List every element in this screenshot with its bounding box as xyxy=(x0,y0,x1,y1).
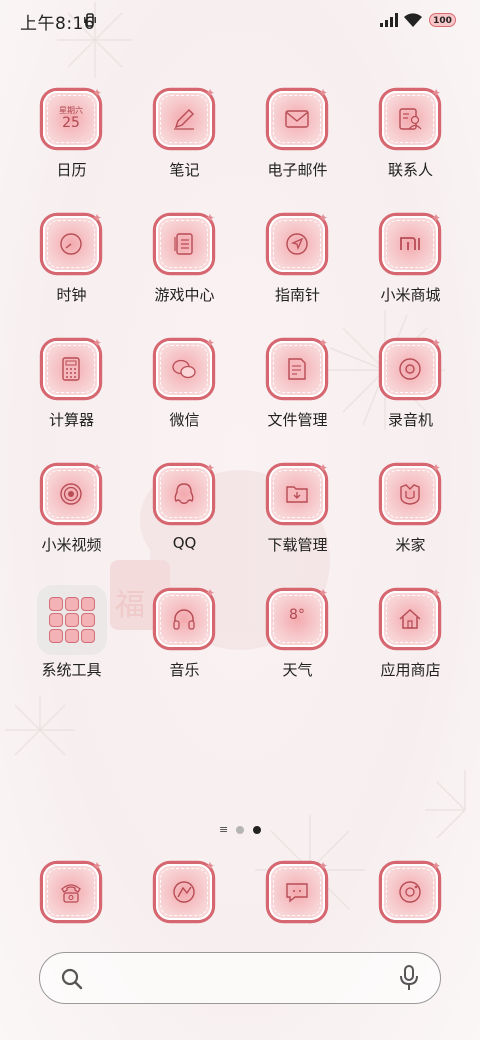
app-label: 天气 xyxy=(282,661,313,679)
app-label: 微信 xyxy=(169,411,200,429)
notes-pen-icon: ✦ xyxy=(156,86,215,147)
vibrate-icon xyxy=(84,13,96,27)
file-manager-icon: ✦ xyxy=(269,336,328,397)
app-label: 指南针 xyxy=(274,286,320,304)
recorder-icon: ✦ xyxy=(382,336,441,397)
qq-penguin-icon: ✦ xyxy=(156,461,215,522)
page-dot-active[interactable] xyxy=(253,826,261,834)
download-folder-icon: ✦ xyxy=(269,461,328,522)
app-label: 日历 xyxy=(56,161,87,179)
calculator-icon: ✦ xyxy=(43,336,102,397)
app-label: 米家 xyxy=(395,536,426,554)
app-label: 电子邮件 xyxy=(267,161,328,179)
svg-text:福: 福 xyxy=(115,588,145,623)
app-label: 文件管理 xyxy=(267,411,328,429)
browser-icon: ✦ xyxy=(156,859,215,920)
mail-icon: ✦ xyxy=(269,86,328,147)
page-indicator[interactable]: ≡ xyxy=(0,824,480,836)
search-icon[interactable] xyxy=(60,967,84,991)
folder-icon xyxy=(37,585,107,655)
headphones-icon: ✦ xyxy=(156,586,215,647)
app-label: 笔记 xyxy=(169,161,200,179)
messages-icon: ✦ xyxy=(269,859,328,920)
signal-icon xyxy=(380,13,398,27)
battery-icon: 100 xyxy=(429,13,456,27)
wifi-icon xyxy=(404,13,422,27)
app-label: 小米商城 xyxy=(380,286,441,304)
microphone-icon[interactable] xyxy=(399,965,419,991)
sparkle-icon: ✦ xyxy=(91,86,102,100)
wechat-icon: ✦ xyxy=(156,336,215,397)
app-label: QQ xyxy=(172,534,197,552)
app-label: 游戏中心 xyxy=(154,286,215,304)
clock-icon: ✦ xyxy=(43,211,102,272)
app-label: 小米视频 xyxy=(41,536,102,554)
app-label: 应用商店 xyxy=(380,661,441,679)
page-dot[interactable] xyxy=(236,826,244,834)
mi-store-icon: ✦ xyxy=(382,211,441,272)
app-label: 联系人 xyxy=(387,161,433,179)
app-label: 系统工具 xyxy=(41,661,102,679)
search-bar[interactable] xyxy=(39,952,441,1004)
page-list-icon[interactable]: ≡ xyxy=(219,824,228,836)
weather-temperature: 8° xyxy=(289,607,305,623)
phone-icon: ✦ xyxy=(43,859,102,920)
calendar-icon: ✦ 星期六 25 xyxy=(43,86,102,147)
app-label: 录音机 xyxy=(387,411,433,429)
app-label: 音乐 xyxy=(169,661,200,679)
weather-icon: ✦ 8° xyxy=(269,586,328,647)
video-icon: ✦ xyxy=(43,461,102,522)
app-label: 计算器 xyxy=(48,411,94,429)
camera-icon: ✦ xyxy=(382,859,441,920)
game-center-icon: ✦ xyxy=(156,211,215,272)
calendar-date: 25 xyxy=(62,115,80,131)
app-label: 下载管理 xyxy=(267,536,328,554)
app-label: 时钟 xyxy=(56,286,87,304)
contacts-icon: ✦ xyxy=(382,86,441,147)
compass-icon: ✦ xyxy=(269,211,328,272)
app-store-house-icon: ✦ xyxy=(382,586,441,647)
status-bar: 上午8:16 100 xyxy=(0,0,480,40)
mijia-icon: ✦ xyxy=(382,461,441,522)
